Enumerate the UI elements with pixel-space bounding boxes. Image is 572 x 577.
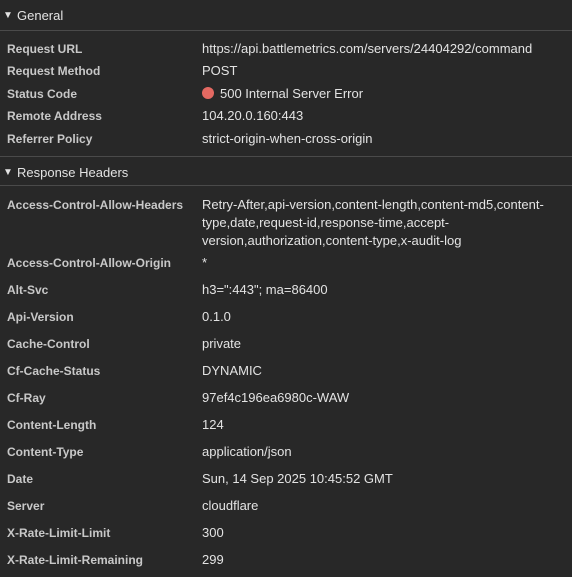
header-value[interactable]: POST [202, 62, 566, 80]
divider [0, 185, 572, 186]
header-value[interactable]: 300 [202, 524, 566, 542]
header-key: Content-Type [7, 445, 84, 459]
header-key: Remote Address [7, 109, 102, 123]
header-key: X-Rate-Limit-Remaining [7, 553, 144, 567]
header-key: Cf-Cache-Status [7, 364, 101, 378]
header-value[interactable]: https://api.battlemetrics.com/servers/24… [202, 40, 566, 58]
status-code-text: 500 Internal Server Error [220, 86, 364, 101]
header-key: Referrer Policy [7, 132, 93, 146]
header-value[interactable]: Retry-After,api-version,content-length,c… [202, 196, 566, 250]
header-key: Alt-Svc [7, 283, 49, 297]
header-value[interactable]: 299 [202, 551, 566, 569]
header-value[interactable]: 124 [202, 416, 566, 434]
header-value[interactable]: 0.1.0 [202, 308, 566, 326]
triangle-down-icon: ▼ [3, 9, 13, 21]
header-key: Request Method [7, 64, 101, 78]
section-title-response-headers: Response Headers [17, 164, 129, 180]
header-key: Status Code [7, 87, 78, 101]
header-key: Cf-Ray [7, 391, 46, 405]
header-value[interactable]: Sun, 14 Sep 2025 10:45:52 GMT [202, 470, 566, 488]
header-key: Cache-Control [7, 337, 90, 351]
status-code-value[interactable]: 500 Internal Server Error [202, 85, 566, 103]
status-dot-icon [202, 87, 214, 99]
header-value[interactable]: 97ef4c196ea6980c-WAW [202, 389, 566, 407]
header-value[interactable]: DYNAMIC [202, 362, 566, 380]
header-key: X-Rate-Limit-Limit [7, 526, 111, 540]
divider [0, 30, 572, 31]
header-key: Access-Control-Allow-Origin [7, 256, 172, 270]
header-key: Content-Length [7, 418, 97, 432]
header-value[interactable]: private [202, 335, 566, 353]
header-value[interactable]: application/json [202, 443, 566, 461]
section-header-response-headers[interactable]: ▼ Response Headers [0, 157, 572, 187]
header-key: Request URL [7, 42, 83, 56]
section-header-general[interactable]: ▼ General [0, 0, 572, 30]
header-value[interactable]: * [202, 254, 566, 272]
header-value[interactable]: cloudflare [202, 497, 566, 515]
header-key: Server [7, 499, 45, 513]
triangle-down-icon: ▼ [3, 166, 13, 178]
header-value[interactable]: h3=":443"; ma=86400 [202, 281, 566, 299]
header-value[interactable]: 104.20.0.160:443 [202, 107, 566, 125]
header-key: Date [7, 472, 34, 486]
header-key: Access-Control-Allow-Headers [7, 198, 184, 212]
header-key: Api-Version [7, 310, 74, 324]
section-title-general: General [17, 7, 64, 23]
header-value[interactable]: strict-origin-when-cross-origin [202, 130, 566, 148]
